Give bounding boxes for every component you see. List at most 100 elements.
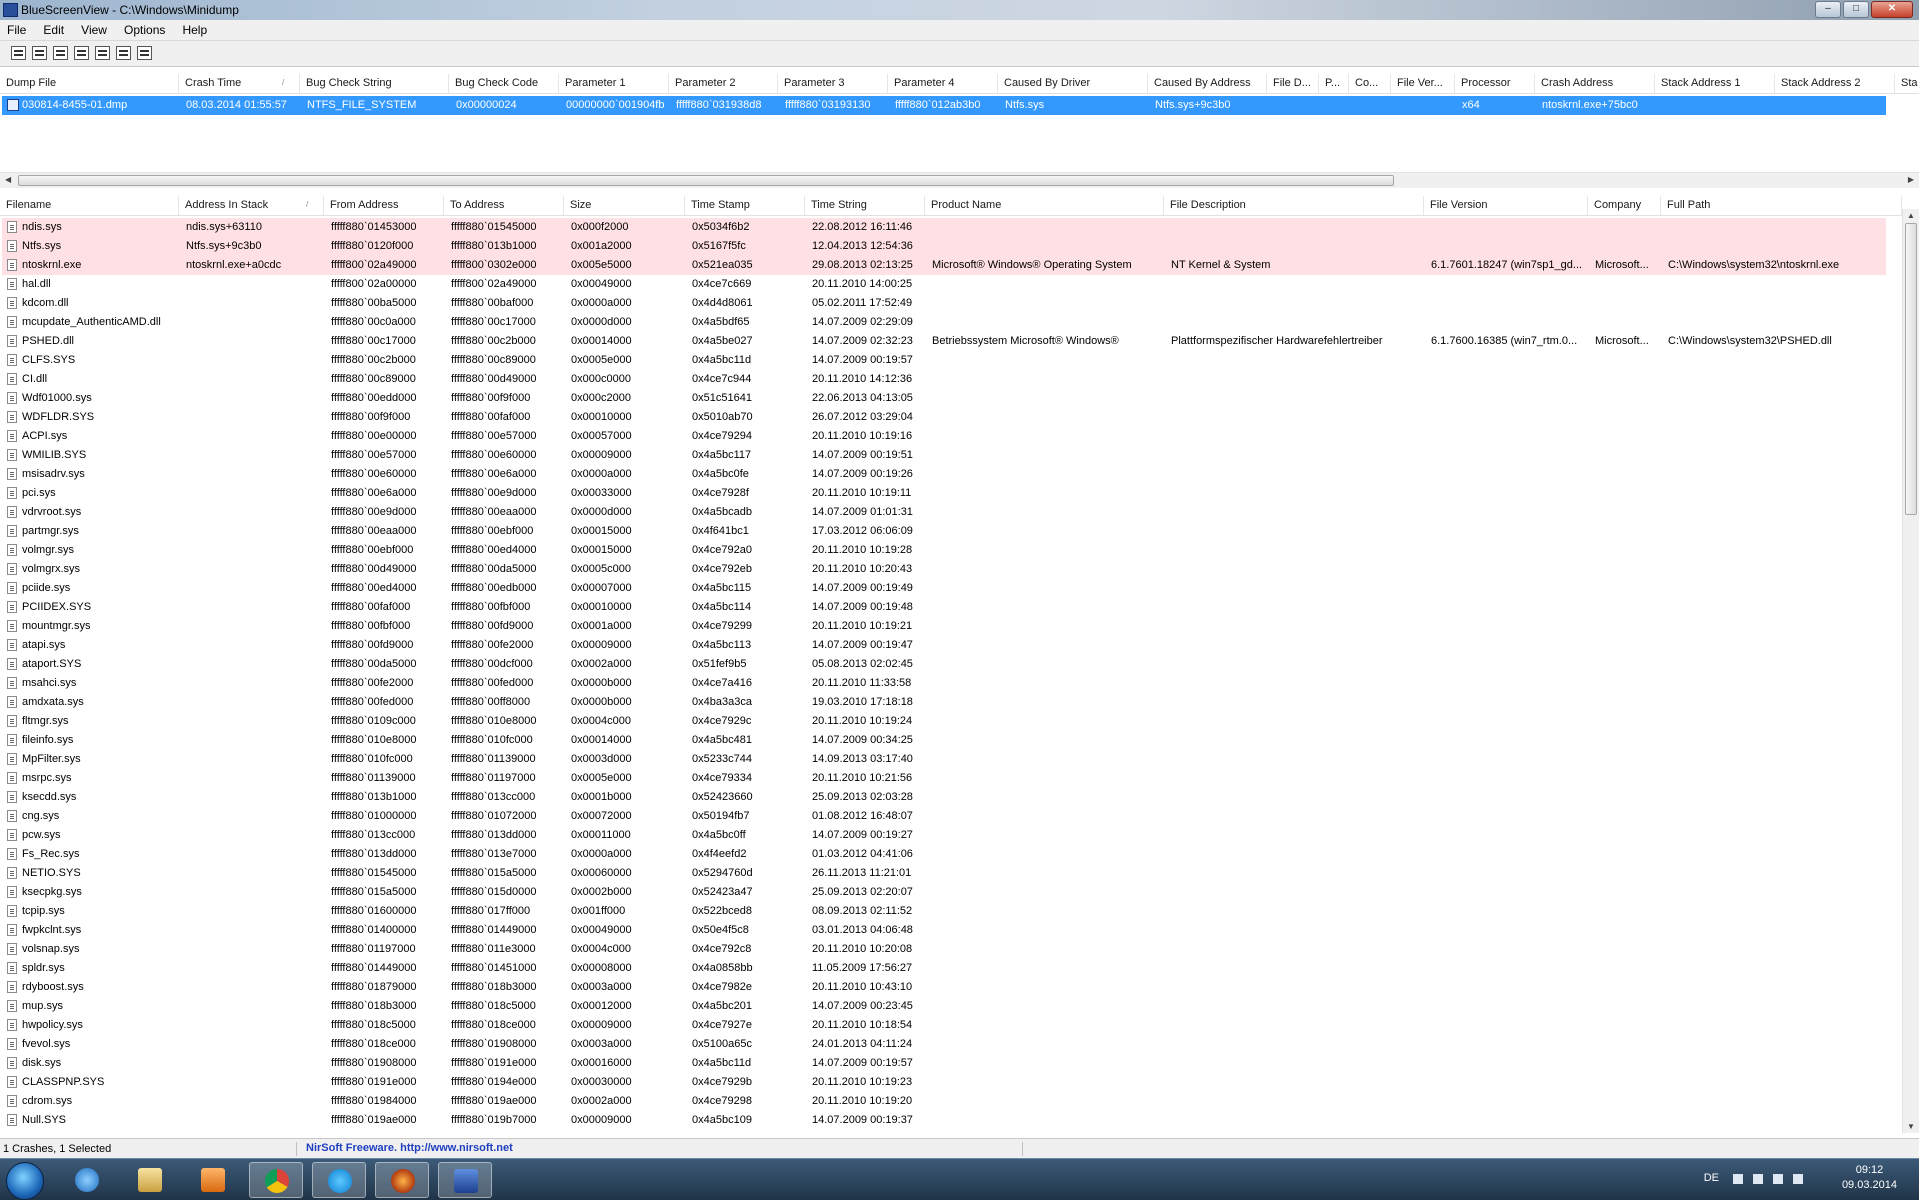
table-row[interactable]: fwpkclnt.sys fffff880`01400000 fffff880`01… xyxy=(2,921,1886,940)
scroll-thumb[interactable] xyxy=(18,175,1394,186)
table-row[interactable]: ntoskrnl.exe ntoskrnl.exe+a0cdc fffff800`0… xyxy=(2,256,1886,275)
column-header-time-string[interactable]: Time String xyxy=(805,196,925,215)
column-header-size[interactable]: Size xyxy=(564,196,685,215)
menu-help[interactable]: Help xyxy=(175,20,214,37)
table-row[interactable]: tcpip.sys fffff880`01600000 fffff880`017ff… xyxy=(2,902,1886,921)
table-row[interactable]: volmgrx.sys fffff880`00d49000 fffff880`00d… xyxy=(2,560,1886,579)
table-row[interactable]: ksecdd.sys fffff880`013b1000 fffff880`013c… xyxy=(2,788,1886,807)
table-row[interactable]: mup.sys fffff880`018b3000 fffff880`018c500… xyxy=(2,997,1886,1016)
table-row[interactable]: pcw.sys fffff880`013cc000 fffff880`013dd00… xyxy=(2,826,1886,845)
bluescreenview-icon[interactable] xyxy=(438,1162,492,1198)
table-row[interactable]: rdyboost.sys fffff880`01879000 fffff880`01… xyxy=(2,978,1886,997)
scroll-down-icon[interactable]: ▼ xyxy=(1907,1122,1915,1131)
table-row[interactable]: fvevol.sys fffff880`018ce000 fffff880`0190… xyxy=(2,1035,1886,1054)
table-row[interactable]: kdcom.dll fffff880`00ba5000 fffff880`00baf… xyxy=(2,294,1886,313)
menu-view[interactable]: View xyxy=(74,20,114,37)
column-header-company[interactable]: Company xyxy=(1588,196,1661,215)
table-row[interactable]: MpFilter.sys fffff880`010fc000 fffff880`01… xyxy=(2,750,1886,769)
clock[interactable]: 09:12 09.03.2014 xyxy=(1842,1163,1897,1193)
table-row[interactable]: pci.sys fffff880`00e6a000 fffff880`00e9d00… xyxy=(2,484,1886,503)
table-row[interactable]: vdrvroot.sys fffff880`00e9d000 fffff880`00… xyxy=(2,503,1886,522)
chrome-icon[interactable] xyxy=(249,1162,303,1198)
driver-list-vscrollbar[interactable]: ▲ ▼ xyxy=(1902,209,1919,1133)
table-row[interactable]: pciide.sys fffff880`00ed4000 fffff880`00ed… xyxy=(2,579,1886,598)
table-row[interactable]: spldr.sys fffff880`01449000 fffff880`01451… xyxy=(2,959,1886,978)
column-header-processor[interactable]: Processor xyxy=(1455,74,1535,93)
internet-explorer-icon[interactable] xyxy=(60,1162,114,1198)
table-row[interactable]: mcupdate_AuthenticAMD.dll fffff880`00c0a0… xyxy=(2,313,1886,332)
refresh-icon[interactable] xyxy=(53,46,68,60)
nirsoft-link[interactable]: NirSoft Freeware. http://www.nirsoft.net xyxy=(306,1142,513,1154)
table-row[interactable]: WMILIB.SYS fffff880`00e57000 fffff880`00e6… xyxy=(2,446,1886,465)
scroll-left-icon[interactable]: ◀ xyxy=(5,175,11,184)
column-header-parameter-2[interactable]: Parameter 2 xyxy=(669,74,778,93)
table-row[interactable]: CLASSPNP.SYS fffff880`0191e000 fffff880`01… xyxy=(2,1073,1886,1092)
column-header-stack-address-2[interactable]: Stack Address 2 xyxy=(1775,74,1895,93)
volume-icon[interactable] xyxy=(1753,1174,1763,1184)
show-hidden-icon[interactable] xyxy=(1733,1174,1743,1184)
flag-icon[interactable] xyxy=(1773,1174,1783,1184)
firefox-icon[interactable] xyxy=(375,1162,429,1198)
table-row[interactable]: ndis.sys ndis.sys+63110 fffff880`01453000 f… xyxy=(2,218,1886,237)
media-player-icon[interactable] xyxy=(186,1162,240,1198)
table-row[interactable]: WDFLDR.SYS fffff880`00f9f000 fffff880`00fa… xyxy=(2,408,1886,427)
table-row[interactable]: ksecpkg.sys fffff880`015a5000 fffff880`015… xyxy=(2,883,1886,902)
table-row[interactable]: cng.sys fffff880`01000000 fffff880`0107200… xyxy=(2,807,1886,826)
scroll-right-icon[interactable]: ▶ xyxy=(1908,175,1914,184)
column-header-parameter-3[interactable]: Parameter 3 xyxy=(778,74,888,93)
column-header-co[interactable]: Co... xyxy=(1349,74,1391,93)
column-header-file-d[interactable]: File D... xyxy=(1267,74,1319,93)
table-row[interactable]: CLFS.SYS fffff880`00c2b000 fffff880`00c890… xyxy=(2,351,1886,370)
column-header-from-address[interactable]: From Address xyxy=(324,196,444,215)
table-row[interactable]: CI.dll fffff880`00c89000 fffff880`00d49000… xyxy=(2,370,1886,389)
table-row[interactable]: Ntfs.sys Ntfs.sys+9c3b0 fffff880`0120f000 f… xyxy=(2,237,1886,256)
column-header-crash-address[interactable]: Crash Address xyxy=(1535,74,1655,93)
column-header-file-ver[interactable]: File Ver... xyxy=(1391,74,1455,93)
start-button[interactable] xyxy=(6,1162,44,1200)
table-row[interactable]: msisadrv.sys fffff880`00e60000 fffff880`00… xyxy=(2,465,1886,484)
language-indicator[interactable]: DE xyxy=(1704,1172,1719,1184)
column-header-dump-file[interactable]: Dump File xyxy=(0,74,179,93)
column-header-product-name[interactable]: Product Name xyxy=(925,196,1164,215)
save-all-icon[interactable] xyxy=(32,46,47,60)
table-row[interactable]: volsnap.sys fffff880`01197000 fffff880`011… xyxy=(2,940,1886,959)
column-header-caused-by-address[interactable]: Caused By Address xyxy=(1148,74,1267,93)
table-row[interactable]: disk.sys fffff880`01908000 fffff880`0191e0… xyxy=(2,1054,1886,1073)
properties-icon[interactable] xyxy=(95,46,110,60)
maximize-button[interactable]: □ xyxy=(1843,1,1869,18)
table-row[interactable]: Wdf01000.sys fffff880`00edd000 fffff880`00… xyxy=(2,389,1886,408)
dump-row[interactable]: 030814-8455-01.dmp 08.03.2014 01:55:57 NTF… xyxy=(2,96,1886,115)
column-header-file-description[interactable]: File Description xyxy=(1164,196,1424,215)
network-icon[interactable] xyxy=(1793,1174,1803,1184)
column-header-file-version[interactable]: File Version xyxy=(1424,196,1588,215)
table-row[interactable]: hwpolicy.sys fffff880`018c5000 fffff880`01… xyxy=(2,1016,1886,1035)
table-row[interactable]: amdxata.sys fffff880`00fed000 fffff880`00f… xyxy=(2,693,1886,712)
table-row[interactable]: hal.dll fffff800`02a00000 fffff800`02a4900… xyxy=(2,275,1886,294)
table-row[interactable]: PCIIDEX.SYS fffff880`00faf000 fffff880`00f… xyxy=(2,598,1886,617)
skype-icon[interactable] xyxy=(312,1162,366,1198)
table-row[interactable]: partmgr.sys fffff880`00eaa000 fffff880`00e… xyxy=(2,522,1886,541)
column-header-to-address[interactable]: To Address xyxy=(444,196,564,215)
column-header-address-in-stack[interactable]: Address In Stack xyxy=(179,196,324,215)
close-button[interactable]: ✕ xyxy=(1871,1,1913,18)
column-header-filename[interactable]: Filename xyxy=(0,196,179,215)
save-icon[interactable] xyxy=(11,46,26,60)
table-row[interactable]: cdrom.sys fffff880`01984000 fffff880`019ae… xyxy=(2,1092,1886,1111)
table-row[interactable]: fileinfo.sys fffff880`010e8000 fffff880`01… xyxy=(2,731,1886,750)
table-row[interactable]: ACPI.sys fffff880`00e00000 fffff880`00e570… xyxy=(2,427,1886,446)
column-header-time-stamp[interactable]: Time Stamp xyxy=(685,196,805,215)
table-row[interactable]: fltmgr.sys fffff880`0109c000 fffff880`010e… xyxy=(2,712,1886,731)
menu-edit[interactable]: Edit xyxy=(36,20,71,37)
table-row[interactable]: mountmgr.sys fffff880`00fbf000 fffff880`00… xyxy=(2,617,1886,636)
column-header-sta[interactable]: Sta xyxy=(1895,74,1919,93)
table-row[interactable]: ataport.SYS fffff880`00da5000 fffff880`00d… xyxy=(2,655,1886,674)
copy-icon[interactable] xyxy=(74,46,89,60)
scroll-up-icon[interactable]: ▲ xyxy=(1907,211,1915,220)
find-icon[interactable] xyxy=(116,46,131,60)
minimize-button[interactable]: – xyxy=(1815,1,1841,18)
dump-list-hscrollbar[interactable]: ◀ ▶ xyxy=(0,172,1919,188)
table-row[interactable]: msrpc.sys fffff880`01139000 fffff880`01197… xyxy=(2,769,1886,788)
column-header-parameter-4[interactable]: Parameter 4 xyxy=(888,74,998,93)
column-header-full-path[interactable]: Full Path xyxy=(1661,196,1902,215)
explorer-icon[interactable] xyxy=(123,1162,177,1198)
